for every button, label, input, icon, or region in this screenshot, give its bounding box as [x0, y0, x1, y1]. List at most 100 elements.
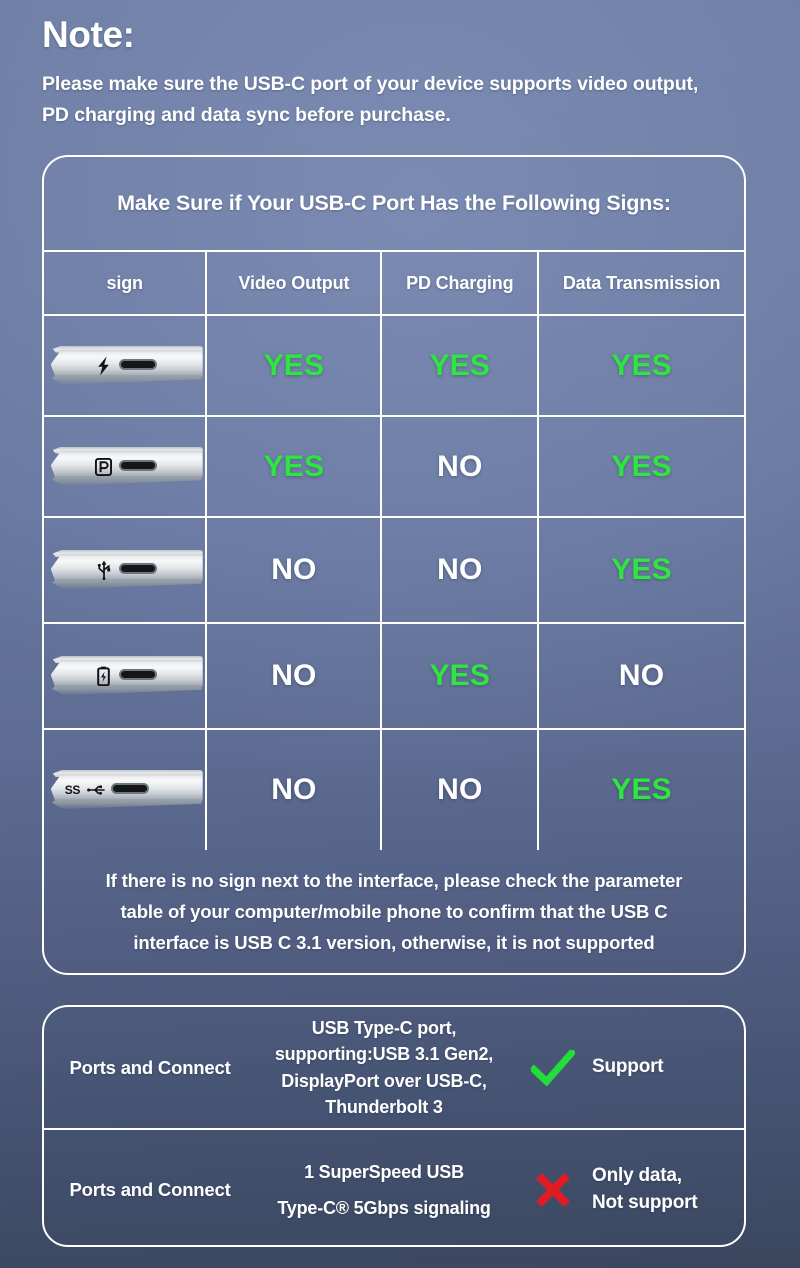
footer-note-line-1: If there is no sign next to the interfac…	[105, 870, 683, 891]
verdict-value: YES	[611, 553, 672, 586]
red-cross-icon	[530, 1171, 576, 1209]
footer-note-line-2: table of your computer/mobile phone to c…	[120, 900, 668, 922]
verdict-value: NO	[271, 773, 317, 806]
sign-cell-battery	[44, 622, 207, 729]
ports-row-supported: Ports and Connect USB Type-C port, suppo…	[44, 1007, 744, 1128]
verdict-value: NO	[437, 553, 483, 586]
ports-row-not-supported: Ports and Connect 1 SuperSpeed USB Type-…	[44, 1128, 744, 1245]
verdict-line: Not support	[592, 1191, 698, 1213]
usb-c-port	[118, 358, 157, 370]
description-line: supporting:USB 3.1 Gen2,	[274, 1044, 494, 1065]
column-header-video-output: Video Output	[205, 250, 382, 315]
ports-and-connect-card: Ports and Connect USB Type-C port, suppo…	[42, 1005, 746, 1247]
usb-trident-icon	[96, 560, 112, 580]
verdict-value: YES	[429, 659, 491, 692]
sign-cell-superspeed: SS	[44, 728, 207, 850]
sign-cell-usb-trident	[44, 516, 207, 623]
signs-card: Make Sure if Your USB-C Port Has the Fol…	[42, 155, 746, 975]
laptop-base-taper	[51, 579, 202, 589]
usb-c-port	[118, 563, 157, 574]
table-row: NO YES NO	[44, 622, 744, 729]
cell-video-output: YES	[205, 314, 382, 416]
laptop-port-photo	[44, 518, 205, 622]
description-line: DisplayPort over USB-C,	[281, 1070, 487, 1091]
verdict-line: Only data,	[592, 1164, 682, 1186]
note-title: Note:	[42, 14, 135, 55]
cell-data-transmission: NO	[537, 622, 744, 729]
verdict-value: YES	[263, 348, 325, 382]
cell-video-output: NO	[205, 516, 382, 623]
laptop-port-photo	[44, 316, 205, 415]
cell-pd-charging: YES	[380, 314, 539, 416]
battery-icon	[96, 666, 110, 686]
cell-video-output: YES	[205, 415, 382, 517]
verdict-text: Only data, Not support	[592, 1163, 698, 1217]
laptop-edge	[50, 445, 203, 489]
ports-row-verdict: Support	[512, 1049, 744, 1086]
green-check-icon	[530, 1049, 576, 1086]
laptop-port-photo	[44, 624, 205, 728]
table-row: SS NO NO YES	[44, 728, 744, 850]
ports-row-verdict: Only data, Not support	[512, 1163, 744, 1217]
superspeed-label: SS	[64, 783, 81, 797]
column-header-data-transmission: Data Transmission	[537, 250, 744, 315]
verdict-value: YES	[611, 449, 672, 483]
cell-video-output: NO	[205, 622, 382, 729]
sign-cell-displayport	[44, 415, 207, 517]
cell-pd-charging: NO	[380, 728, 539, 850]
cell-pd-charging: NO	[380, 415, 539, 517]
table-row: YES YES YES	[44, 314, 744, 416]
table-header-row: sign Video Output PD Charging Data Trans…	[44, 250, 744, 315]
verdict-value: YES	[611, 348, 672, 382]
laptop-port-photo	[44, 417, 205, 516]
cell-data-transmission: YES	[537, 728, 744, 850]
usb-c-port	[118, 459, 157, 471]
cell-data-transmission: YES	[537, 516, 744, 623]
description-line: Type-C® 5Gbps signaling	[277, 1197, 491, 1218]
ports-row-label: Ports and Connect	[69, 1056, 231, 1078]
usb-c-port	[110, 783, 149, 794]
note-line-2: PD charging and data sync before purchas…	[42, 104, 451, 127]
verdict-value: NO	[618, 659, 665, 692]
cell-pd-charging: NO	[380, 516, 539, 623]
note-header: Note: Please make sure the USB-C port of…	[42, 14, 758, 132]
note-line-1: Please make sure the USB-C port of your …	[42, 72, 699, 95]
laptop-edge	[50, 344, 203, 388]
ports-row-label: Ports and Connect	[69, 1178, 231, 1200]
verdict-value: YES	[429, 348, 491, 382]
footer-note-line-3: interface is USB C 3.1 version, otherwis…	[133, 931, 655, 953]
verdict-value: NO	[437, 449, 483, 483]
description-line: Thunderbolt 3	[325, 1096, 443, 1117]
verdict-value: NO	[271, 553, 317, 586]
laptop-edge	[50, 548, 203, 592]
ports-row-description: USB Type-C port, supporting:USB 3.1 Gen2…	[256, 1015, 512, 1121]
sign-cell-thunderbolt	[44, 314, 207, 416]
laptop-base-taper	[51, 685, 202, 695]
laptop-edge	[50, 654, 203, 698]
usb-c-signs-table: sign Video Output PD Charging Data Trans…	[44, 250, 744, 850]
cell-pd-charging: YES	[380, 622, 539, 729]
verdict-value: NO	[437, 773, 483, 806]
signs-card-footer-note: If there is no sign next to the interfac…	[44, 850, 744, 959]
table-row: YES NO YES	[44, 415, 744, 517]
verdict-value: NO	[271, 659, 317, 692]
column-header-pd-charging: PD Charging	[380, 250, 539, 315]
usb-trident-icon	[86, 785, 107, 796]
cell-video-output: NO	[205, 728, 382, 850]
description-line: 1 SuperSpeed USB	[304, 1161, 464, 1182]
column-header-sign: sign	[44, 250, 207, 315]
laptop-port-photo: SS	[44, 730, 205, 850]
description-line: USB Type-C port,	[311, 1017, 457, 1038]
thunderbolt-bolt-icon	[97, 356, 110, 375]
table-row: NO NO YES	[44, 516, 744, 623]
cell-data-transmission: YES	[537, 415, 744, 517]
verdict-value: YES	[611, 773, 672, 806]
usb-c-port	[118, 669, 157, 680]
displayport-p-icon	[94, 457, 112, 476]
laptop-base-taper	[51, 374, 202, 385]
signs-card-heading: Make Sure if Your USB-C Port Has the Fol…	[117, 191, 671, 215]
laptop-base-taper	[51, 475, 202, 486]
ports-row-description: 1 SuperSpeed USB Type-C® 5Gbps signaling	[256, 1154, 512, 1226]
cell-data-transmission: YES	[537, 314, 744, 416]
laptop-base-taper	[51, 799, 202, 809]
